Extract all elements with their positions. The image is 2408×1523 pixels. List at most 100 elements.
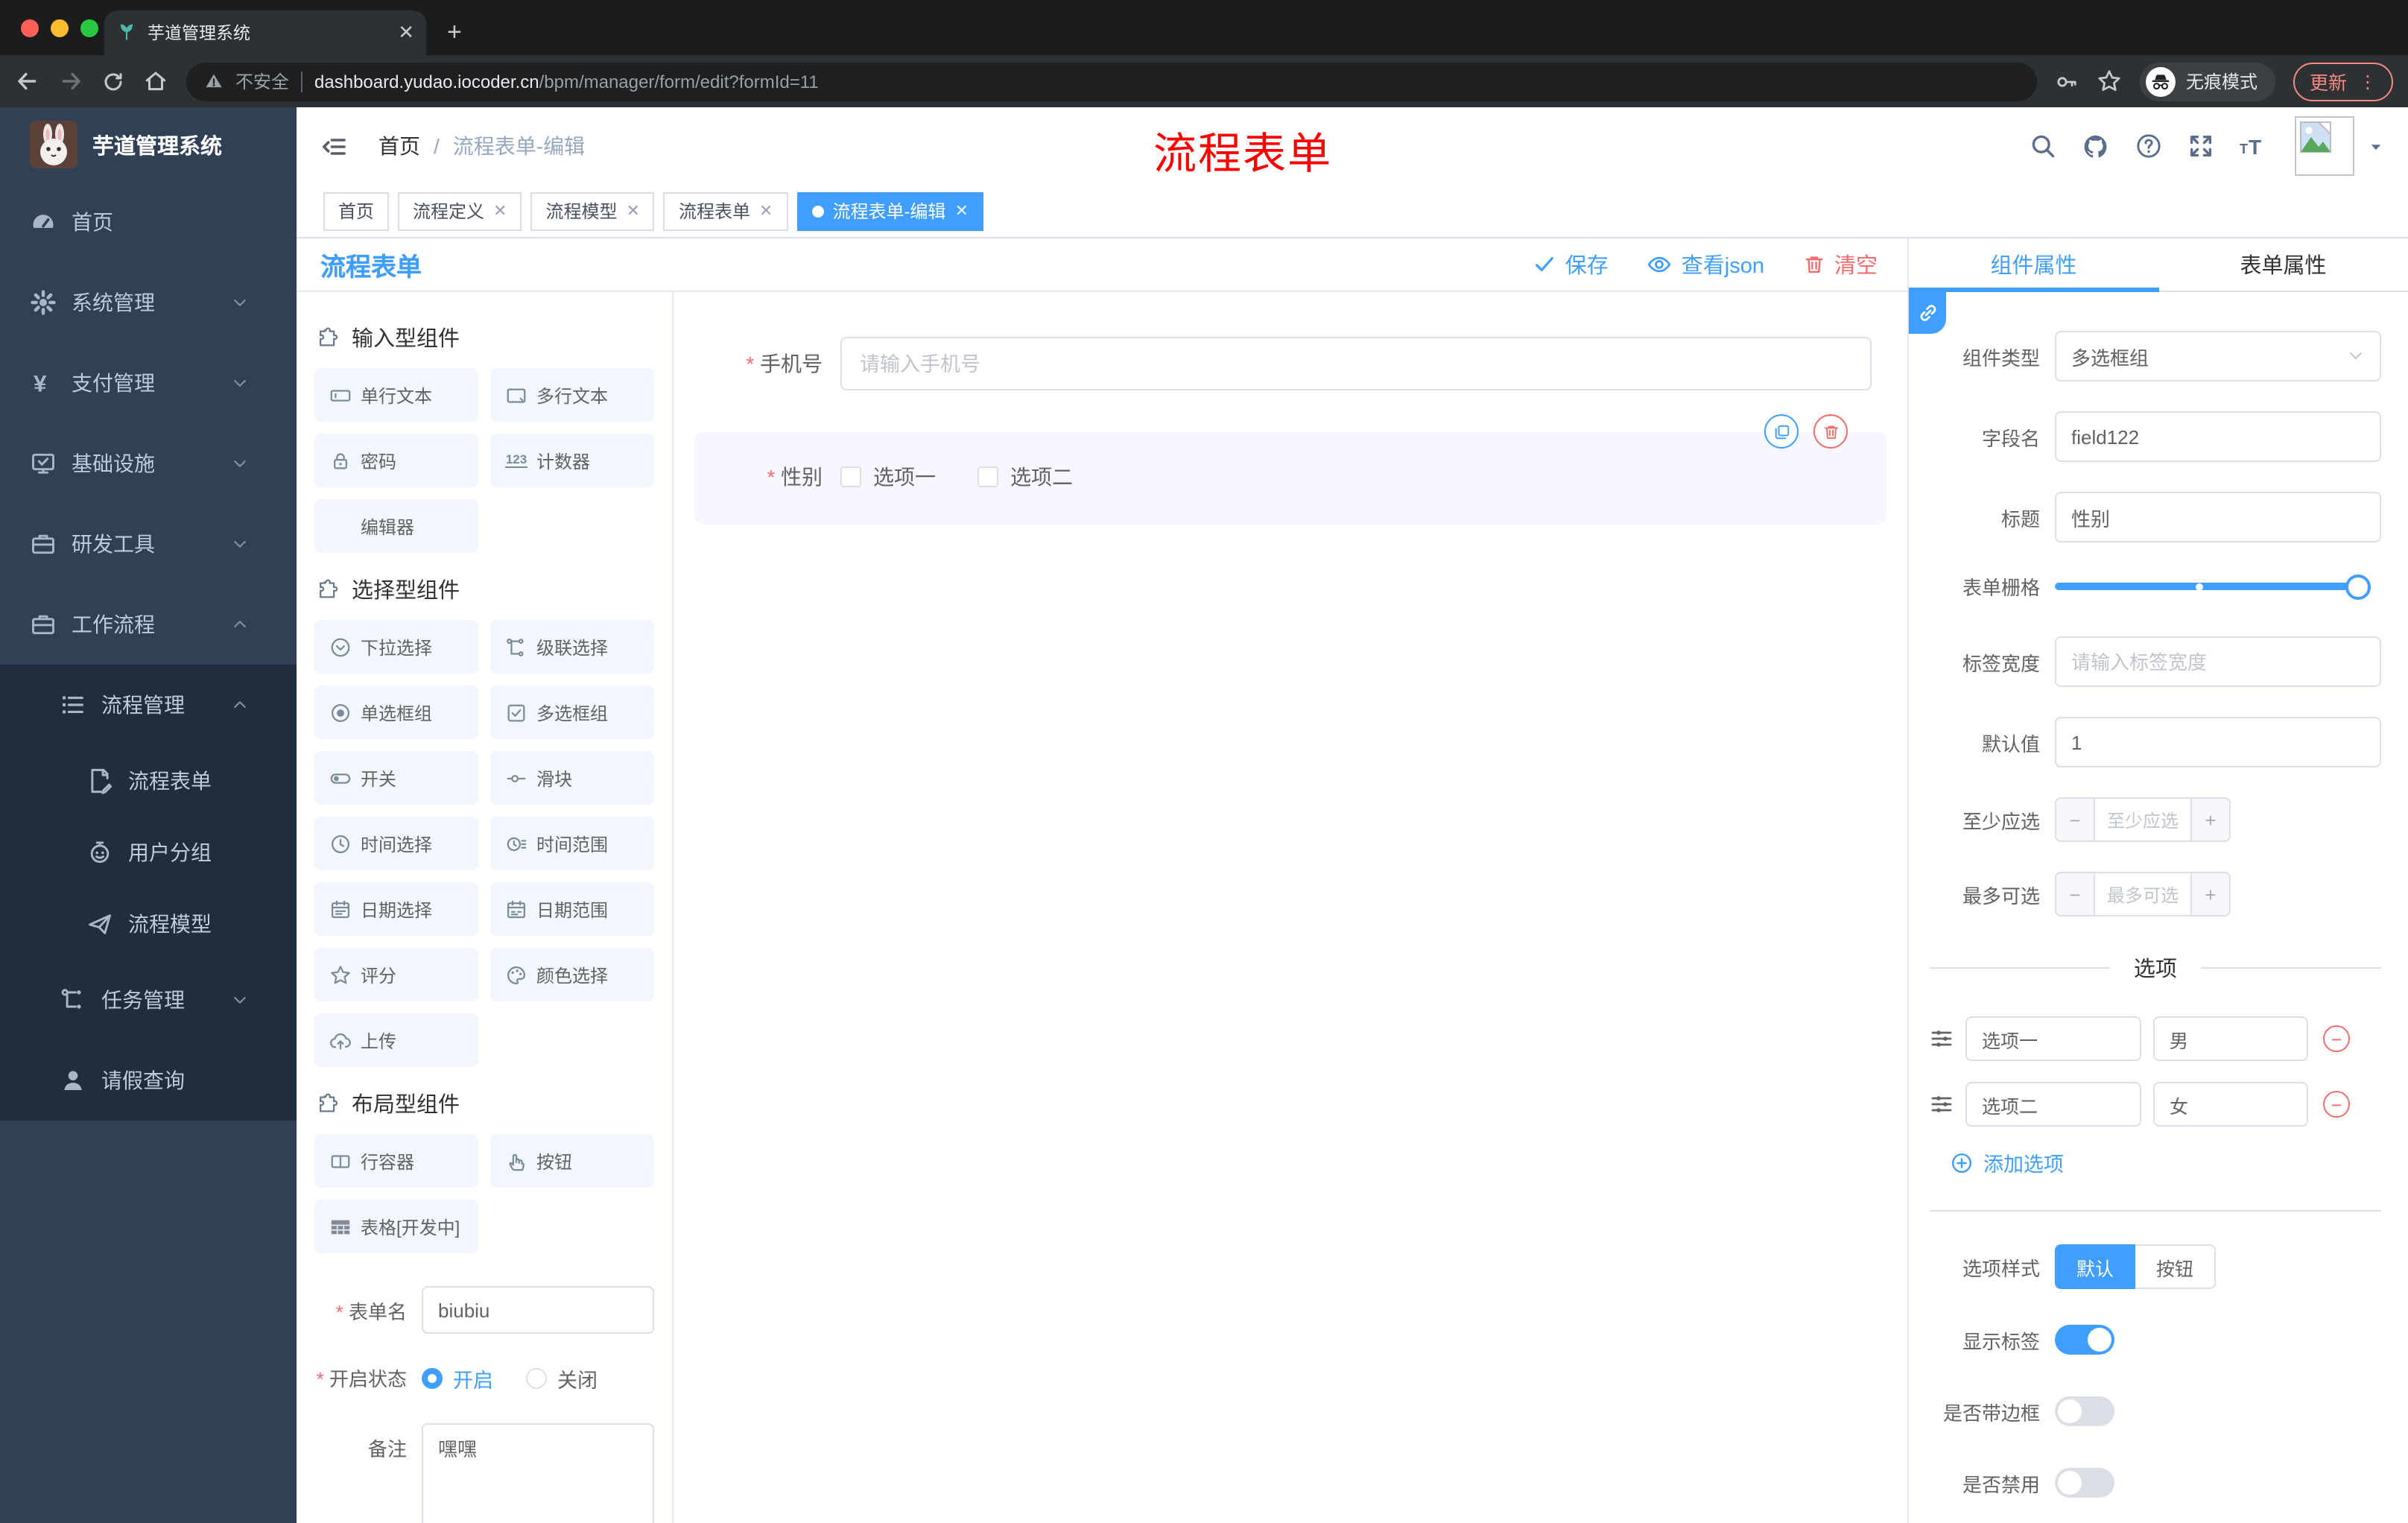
component-counter[interactable]: 123 计数器	[490, 434, 654, 487]
clear-button[interactable]: 清空	[1803, 249, 1878, 280]
form-grid-slider[interactable]	[2055, 574, 2371, 599]
toggle-switch[interactable]	[2055, 1396, 2114, 1426]
sidebar-item-4[interactable]: 研发工具	[0, 504, 297, 584]
remove-option-button[interactable]: −	[2323, 1091, 2350, 1118]
search-icon[interactable]	[2030, 133, 2056, 159]
toggle-switch[interactable]	[2055, 1468, 2114, 1498]
default-value-input[interactable]	[2055, 717, 2381, 767]
component-upload[interactable]: 上传	[314, 1013, 478, 1067]
back-icon[interactable]	[15, 69, 40, 94]
window-controls[interactable]	[21, 19, 98, 37]
label-width-input[interactable]	[2055, 636, 2381, 687]
sidebar-subitem-1[interactable]: 流程表单	[0, 745, 297, 817]
slider-handle[interactable]	[2345, 574, 2371, 599]
canvas-field-gender-selected[interactable]: 性别 选项一 选项二	[694, 414, 1886, 525]
min-select-stepper[interactable]: − 至少应选 +	[2055, 797, 2231, 842]
canvas-field-phone[interactable]: 手机号	[709, 337, 1872, 390]
close-icon[interactable]: ✕	[493, 201, 507, 221]
page-tab-4[interactable]: 流程表单-编辑 ✕	[796, 191, 983, 230]
collapse-menu-icon[interactable]	[320, 132, 349, 160]
phone-input[interactable]	[840, 337, 1872, 390]
drag-handle-icon[interactable]	[1930, 1092, 1954, 1116]
github-icon[interactable]	[2082, 132, 2110, 160]
close-window-button[interactable]	[21, 19, 39, 37]
link-tag[interactable]	[1909, 292, 1946, 334]
drag-handle-icon[interactable]	[1930, 1027, 1954, 1051]
help-icon[interactable]	[2135, 133, 2162, 159]
component-none[interactable]: 编辑器	[314, 499, 478, 553]
form-name-input[interactable]	[422, 1286, 654, 1334]
view-json-button[interactable]: 查看json	[1647, 249, 1764, 280]
properties-tab-0[interactable]: 组件属性	[1909, 238, 2158, 292]
form-remark-textarea[interactable]: 嘿嘿	[422, 1423, 654, 1523]
remove-option-button[interactable]: −	[2323, 1025, 2350, 1052]
close-icon[interactable]: ✕	[627, 201, 640, 221]
reload-icon[interactable]	[101, 69, 125, 93]
page-tab-2[interactable]: 流程模型 ✕	[530, 191, 655, 230]
option-style-0[interactable]: 默认	[2055, 1244, 2135, 1289]
canvas-checkbox-1[interactable]: 选项二	[978, 462, 1073, 492]
component-click[interactable]: 按钮	[490, 1134, 654, 1188]
page-tab-1[interactable]: 流程定义 ✕	[398, 191, 522, 230]
delete-field-button[interactable]	[1813, 414, 1848, 449]
close-icon[interactable]: ✕	[759, 201, 773, 221]
plus-button[interactable]: +	[2190, 799, 2229, 840]
breadcrumb-home[interactable]: 首页	[378, 131, 420, 161]
component-checkbox[interactable]: 多选框组	[490, 685, 654, 739]
sidebar-subitem-3[interactable]: 流程模型	[0, 888, 297, 960]
component-rowbox[interactable]: 行容器	[314, 1134, 478, 1188]
max-select-stepper[interactable]: − 最多可选 +	[2055, 872, 2231, 916]
option-label-input[interactable]	[1965, 1016, 2141, 1061]
minus-button[interactable]: −	[2056, 799, 2095, 840]
add-option-button[interactable]: 添加选项	[1951, 1147, 2381, 1177]
new-tab-button[interactable]: +	[447, 18, 462, 48]
fullscreen-icon[interactable]	[2187, 133, 2214, 159]
sidebar-subitem-4[interactable]: 任务管理	[0, 960, 297, 1040]
avatar[interactable]	[2295, 116, 2354, 176]
component-type-select[interactable]: 多选框组	[2055, 331, 2381, 381]
bookmark-star-icon[interactable]	[2097, 69, 2122, 94]
component-textfield[interactable]: 单行文本	[314, 368, 478, 422]
sidebar-subitem-0[interactable]: 流程管理	[0, 665, 297, 745]
close-icon[interactable]: ✕	[954, 201, 968, 221]
close-tab-icon[interactable]: ✕	[398, 21, 414, 45]
component-table[interactable]: 表格[开发中]	[314, 1200, 478, 1253]
component-star[interactable]: 评分	[314, 948, 478, 1001]
component-clock[interactable]: 时间选择	[314, 817, 478, 870]
component-lock[interactable]: 密码	[314, 434, 478, 487]
forward-icon[interactable]	[58, 69, 83, 94]
sidebar-item-2[interactable]: ¥ 支付管理	[0, 343, 297, 423]
update-button[interactable]: 更新 ⋮	[2293, 62, 2393, 101]
component-slider[interactable]: 滑块	[490, 751, 654, 805]
option-label-input[interactable]	[1965, 1082, 2141, 1127]
sidebar-item-1[interactable]: 系统管理	[0, 262, 297, 343]
zoom-window-button[interactable]	[80, 19, 98, 37]
component-cascade[interactable]: 级联选择	[490, 620, 654, 674]
design-canvas[interactable]: 手机号 性别 选项一 选项二	[674, 292, 1907, 1523]
status-radio-0[interactable]: 开启	[422, 1364, 493, 1393]
canvas-checkbox-0[interactable]: 选项一	[840, 462, 936, 492]
save-button[interactable]: 保存	[1534, 249, 1609, 280]
sidebar-subitem-2[interactable]: 用户分组	[0, 817, 297, 888]
font-size-icon[interactable]: TT	[2240, 134, 2269, 158]
sidebar-item-0[interactable]: 首页	[0, 182, 297, 262]
page-tab-0[interactable]: 首页	[323, 191, 390, 230]
component-calendar[interactable]: 日期选择	[314, 882, 478, 936]
plus-button[interactable]: +	[2190, 873, 2229, 915]
page-tab-3[interactable]: 流程表单 ✕	[663, 191, 788, 230]
minimize-window-button[interactable]	[51, 19, 69, 37]
option-style-1[interactable]: 按钮	[2135, 1244, 2216, 1289]
sidebar-subitem-5[interactable]: 请假查询	[0, 1040, 297, 1121]
option-value-input[interactable]	[2153, 1082, 2308, 1127]
component-switch[interactable]: 开关	[314, 751, 478, 805]
option-value-input[interactable]	[2153, 1016, 2308, 1061]
toggle-switch[interactable]	[2055, 1325, 2114, 1355]
properties-tab-1[interactable]: 表单属性	[2158, 238, 2408, 291]
chevron-down-icon[interactable]	[2368, 138, 2384, 154]
title-input[interactable]	[2055, 492, 2381, 542]
browser-tab[interactable]: 芋道管理系统 ✕	[104, 10, 426, 55]
component-radio[interactable]: 单选框组	[314, 685, 478, 739]
address-bar[interactable]: 不安全 dashboard.yudao.iocoder.cn/bpm/manag…	[186, 62, 2037, 101]
home-icon[interactable]	[143, 69, 168, 94]
sidebar-item-3[interactable]: 基础设施	[0, 423, 297, 504]
